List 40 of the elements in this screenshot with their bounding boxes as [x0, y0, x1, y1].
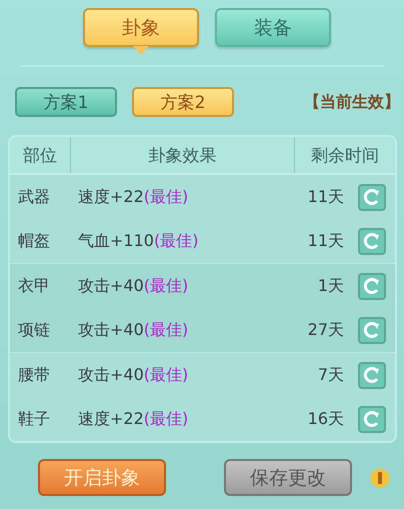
action-button[interactable]: 开启卦象 — [38, 459, 166, 496]
time-cell-text: 1天 — [316, 276, 345, 296]
refresh-button[interactable] — [358, 316, 386, 344]
refresh-icon — [363, 366, 381, 384]
slot-cell-text: 鞋子 — [17, 408, 51, 430]
column-header: 部位 — [10, 137, 71, 173]
refresh-icon — [363, 321, 381, 339]
info-icon[interactable] — [370, 468, 390, 488]
refresh-button[interactable] — [358, 272, 386, 300]
refresh-icon — [363, 188, 381, 206]
column-header: 剩余时间 — [310, 144, 380, 168]
tab[interactable]: 装备 — [215, 8, 331, 47]
refresh-button[interactable] — [358, 362, 386, 388]
refresh-icon — [363, 410, 381, 428]
refresh-icon — [363, 277, 381, 295]
effect-cell-text: 攻击+40(最佳) — [78, 276, 190, 296]
time-cell-text: 11天 — [306, 230, 345, 252]
status-label: 【当前生效】 — [304, 92, 400, 112]
slot-cell-text: 武器 — [17, 186, 51, 208]
time-cell-text: 7天 — [316, 364, 345, 386]
time-cell-text: 16天 — [306, 408, 345, 430]
time-cell-text: 11天 — [306, 186, 345, 208]
effect-cell-text: 攻击+40(最佳) — [78, 320, 190, 340]
slot-cell-text: 项链 — [17, 320, 51, 340]
effect-cell-text: 攻击+40(最佳) — [78, 364, 190, 386]
slot-cell-text: 帽盔 — [17, 230, 51, 252]
plan-tab[interactable]: 方案1 — [15, 87, 117, 117]
slot-cell-text: 衣甲 — [17, 276, 51, 296]
column-header: 卦象效果 — [71, 137, 295, 173]
refresh-button[interactable] — [358, 406, 386, 432]
effect-cell-text: 速度+22(最佳) — [78, 408, 190, 430]
plan-tab[interactable]: 方案2 — [132, 87, 234, 117]
time-cell-text: 27天 — [306, 320, 345, 340]
effect-cell-text: 气血+110(最佳) — [78, 230, 200, 252]
refresh-button[interactable] — [358, 184, 386, 210]
refresh-button[interactable] — [358, 228, 386, 254]
refresh-icon — [363, 232, 381, 250]
effect-cell-text: 速度+22(最佳) — [78, 186, 190, 208]
pointer-icon — [133, 46, 149, 55]
slot-cell-text: 腰带 — [17, 364, 51, 386]
